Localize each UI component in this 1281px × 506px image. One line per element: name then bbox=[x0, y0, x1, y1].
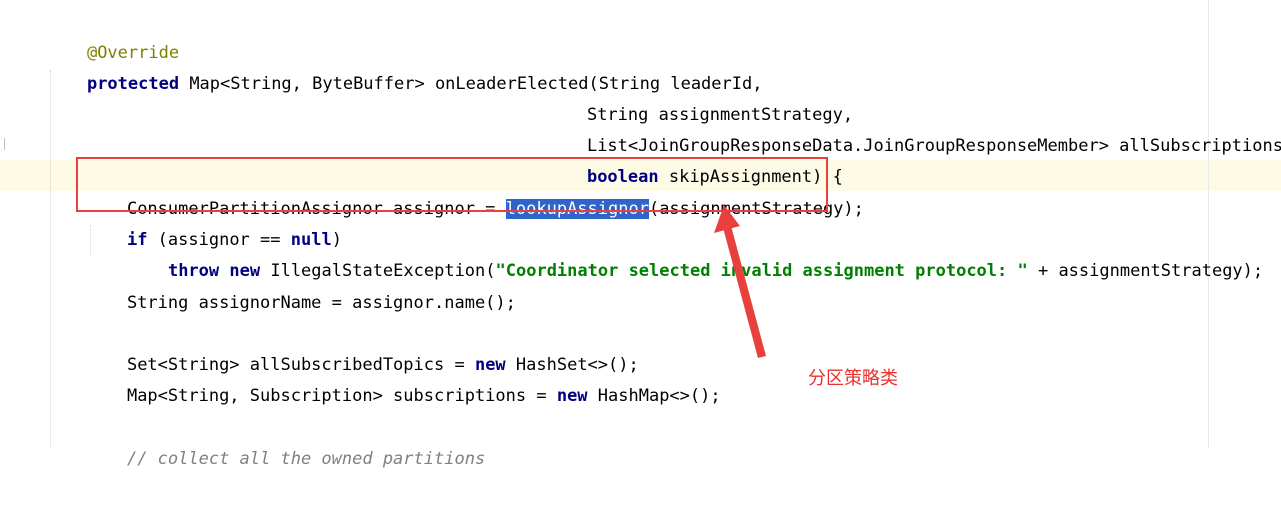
annotation-arrow-icon bbox=[714, 205, 766, 358]
code-editor[interactable]: @Override protected Map<String, ByteBuff… bbox=[0, 0, 1281, 469]
annotation-label: 分区策略类 bbox=[808, 368, 898, 389]
code-comment: // collect all the owned partitions bbox=[126, 449, 486, 469]
